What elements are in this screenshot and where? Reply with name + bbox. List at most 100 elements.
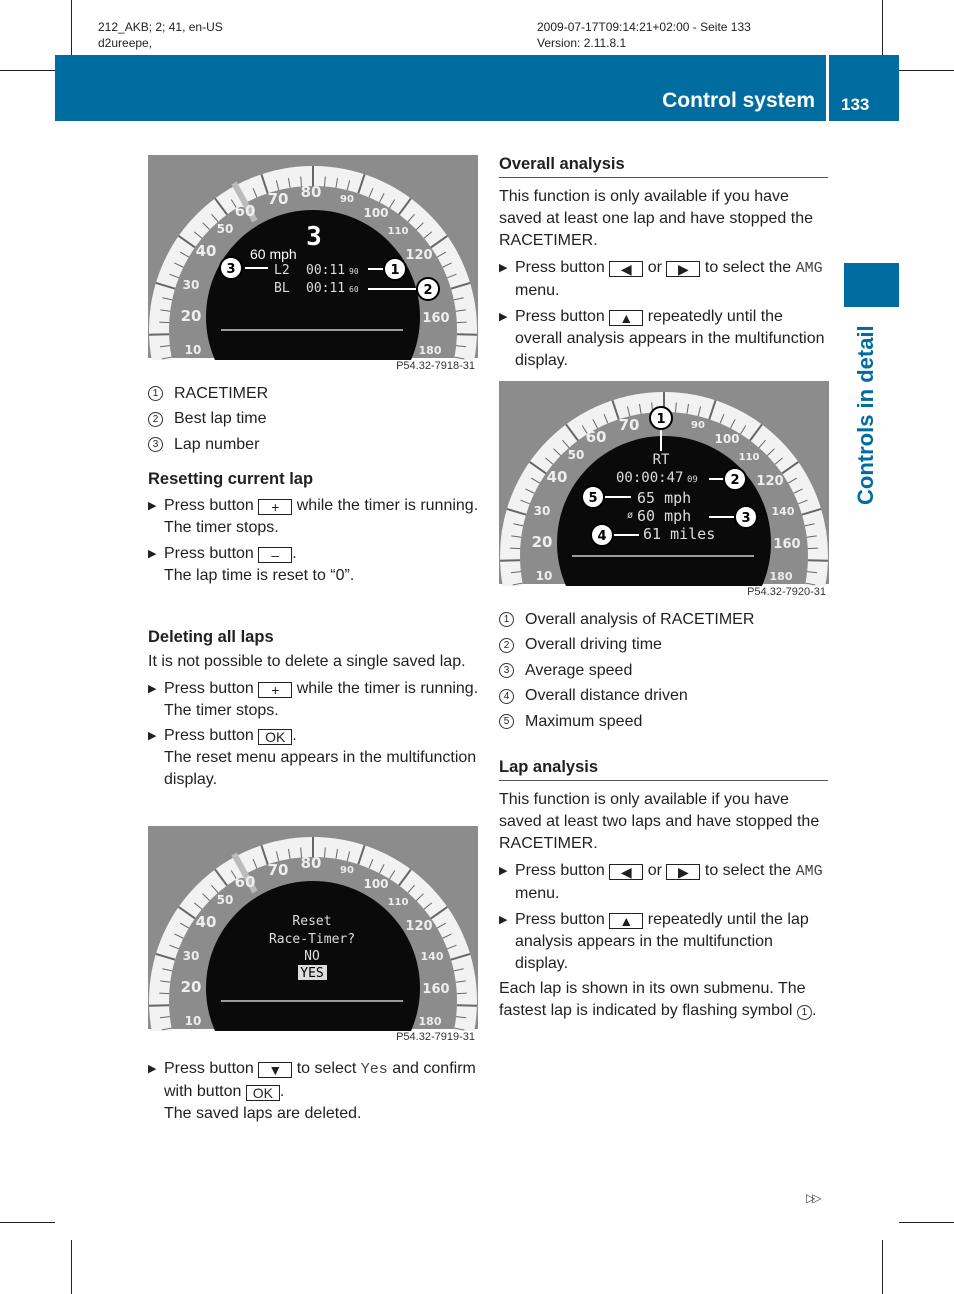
- overall-analysis-figure: 102030405060708090100110120140160180 RT …: [499, 381, 829, 586]
- paragraph: Each lap is shown in its own submenu. Th…: [499, 978, 828, 1022]
- gauge-tick: [149, 1004, 170, 1007]
- legend-item: 1 Overall analysis of RACETIMER: [499, 607, 831, 633]
- gauge-scale-label: 90: [691, 420, 705, 431]
- plus-button-glyph: +: [258, 682, 293, 698]
- gauge-scale-label: 50: [568, 448, 585, 462]
- legend-item: 3 Average speed: [499, 658, 831, 684]
- result-text: The reset menu appears in the multifunct…: [164, 749, 477, 788]
- gauge-scale-label: 40: [196, 242, 217, 260]
- gauge-scale-label: 70: [268, 861, 289, 879]
- display-line: Race-Timer?: [269, 932, 355, 947]
- delete-section: Deleting all laps It is not possible to …: [148, 626, 480, 791]
- legend-text: Average speed: [525, 661, 633, 679]
- legend-text: RACETIMER: [174, 384, 269, 402]
- gauge-scale-label: 160: [773, 537, 800, 552]
- gauge-tick: [456, 992, 467, 995]
- delete-confirm: ▶ Press button ▼ to select Yes and confir…: [148, 1058, 480, 1125]
- lap-time-hundredths: 90: [349, 267, 359, 276]
- instruction: ▶ Press button ▼ to select Yes and confir…: [148, 1058, 480, 1125]
- callout-number-icon: 1: [796, 1005, 812, 1020]
- display-line: Reset: [292, 914, 331, 929]
- down-button-glyph: ▼: [258, 1062, 293, 1078]
- legend-item: 4 Overall distance driven: [499, 684, 831, 710]
- svg-text:2: 2: [423, 283, 432, 298]
- result-text: The timer stops.: [164, 702, 279, 719]
- legend-item: 5 Maximum speed: [499, 709, 831, 735]
- figure-caption: P54.32-7919-31: [396, 1031, 475, 1043]
- instruction-text: Press button: [164, 1060, 254, 1077]
- gauge-scale-label: 10: [185, 343, 202, 357]
- legend-item: 2 Best lap time: [148, 407, 480, 433]
- section-heading: Lap analysis: [499, 756, 828, 781]
- callout-number-icon: 1: [499, 612, 514, 628]
- gauge-scale-label: 60: [235, 873, 256, 891]
- legend-item: 3 Lap number: [148, 432, 480, 458]
- svg-text:5: 5: [588, 491, 597, 506]
- instruction-text: to select the: [704, 259, 792, 276]
- instruction-text: menu.: [515, 282, 560, 299]
- max-speed: 65 mph: [637, 489, 691, 507]
- crop-mark: [882, 0, 883, 55]
- gauge-tick: [807, 559, 828, 562]
- display-text: Yes: [360, 1061, 388, 1078]
- ok-button-glyph: OK: [258, 729, 293, 745]
- instruction-text: or: [647, 259, 662, 276]
- plus-button-glyph: +: [258, 499, 293, 515]
- gauge-scale-label: 120: [405, 248, 432, 263]
- bullet-triangle-icon: ▶: [148, 500, 157, 512]
- meta-text: Version: 2.11.8.1: [537, 36, 627, 50]
- callout-number-icon: 5: [499, 714, 514, 730]
- display-option-yes: YES: [300, 966, 323, 981]
- bullet-triangle-icon: ▶: [499, 262, 508, 274]
- legend-fig1: 1 RACETIMER 2 Best lap time 3 Lap number: [148, 381, 480, 458]
- gauge-tick: [500, 559, 521, 562]
- instruction-text: Press button: [515, 308, 605, 325]
- gauge-scale-label: 180: [419, 344, 442, 357]
- print-meta-right: 2009-07-17T09:14:21+02:00 - Seite 133 Ver…: [537, 19, 751, 51]
- gauge-scale-label: 60: [235, 202, 256, 220]
- paragraph-text: .: [811, 1002, 817, 1019]
- crop-mark: [899, 1222, 954, 1223]
- best-lap-hundredths: 60: [349, 285, 359, 294]
- speed-readout: 60 mph: [250, 246, 297, 262]
- gauge-scale-label: 20: [532, 533, 553, 551]
- legend-text: Overall driving time: [525, 636, 662, 654]
- up-button-glyph: ▲: [609, 310, 644, 326]
- figure-caption: P54.32-7920-31: [747, 586, 826, 598]
- instruction-text: Press button: [515, 911, 605, 928]
- paragraph: This function is only available if you h…: [499, 791, 820, 852]
- figure-caption: P54.32-7918-31: [396, 360, 475, 372]
- bullet-triangle-icon: ▶: [499, 311, 508, 323]
- reset-section: Resetting current lap ▶ Press button + wh…: [148, 468, 480, 587]
- instruction-text: to select the: [704, 862, 792, 879]
- gauge-scale-label: 80: [301, 183, 322, 201]
- gauge-scale-label: 110: [739, 452, 760, 463]
- callout-2: 2: [416, 277, 440, 301]
- callout-number-icon: 4: [499, 688, 514, 704]
- gauge-scale-label: 40: [547, 468, 568, 486]
- gauge-tick: [159, 321, 170, 324]
- racetimer-display-figure: 10203040506070 80 90100110120160180 60 mph…: [148, 155, 478, 360]
- instruction: ▶ Press button ◀ or ▶ to select the AMG m…: [499, 257, 828, 302]
- svg-text:3: 3: [226, 262, 235, 277]
- section-title: Control system: [662, 89, 815, 112]
- legend-text: Lap number: [174, 435, 260, 453]
- header-divider: [826, 55, 829, 121]
- meta-text: 212_AKB; 2; 41, en-US: [98, 20, 223, 34]
- callout-3: 3: [219, 256, 243, 280]
- right-button-glyph: ▶: [666, 261, 701, 277]
- instruction: ▶ Press button ▲ repeatedly until the ove…: [499, 306, 828, 372]
- instruction: ▶ Press button –. The lap time is reset to…: [148, 543, 480, 587]
- instruction: ▶ Press button + while the timer is runni…: [148, 495, 480, 539]
- crop-mark: [71, 0, 72, 55]
- section-heading: Resetting current lap: [148, 470, 314, 488]
- distance: 61 miles: [643, 525, 715, 543]
- gauge-tick: [510, 547, 521, 550]
- gauge-tick: [807, 547, 818, 550]
- gauge-scale-label: 70: [268, 190, 289, 208]
- crop-mark: [882, 1240, 883, 1294]
- gauge-scale-label: 110: [388, 897, 409, 908]
- overall-section: Overall analysis This function is only a…: [499, 153, 828, 372]
- gauge-scale-label: 100: [714, 432, 739, 446]
- gauge-scale-label: 70: [619, 416, 640, 434]
